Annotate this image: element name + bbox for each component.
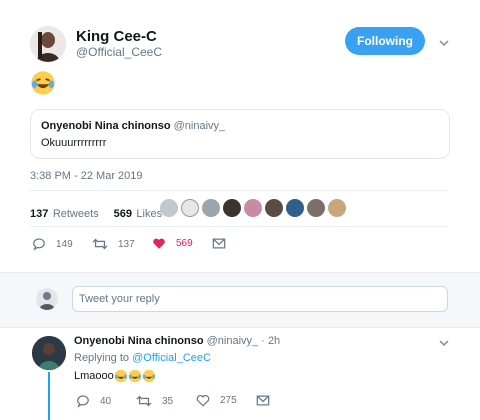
reply-reply-count: 40 [100,395,112,407]
reply-count: 149 [56,238,73,250]
user-avatar-icon [39,292,55,310]
reply-retweet-action[interactable]: 35 [136,394,173,408]
laughing-emoji-icon [31,71,55,95]
like-action[interactable]: 569 [152,237,193,250]
reply-retweet-count: 35 [162,395,174,407]
retweets-label[interactable]: Retweets [53,208,99,220]
current-user-avatar[interactable] [36,288,58,310]
reply-icon [77,395,89,408]
retweet-count: 137 [118,238,135,250]
liker-avatar[interactable] [307,199,325,217]
retweet-icon [92,238,108,250]
liker-avatar[interactable] [286,199,304,217]
reply-like-count: 275 [220,395,237,406]
dm-action[interactable] [212,237,226,250]
liker-avatar[interactable] [265,199,283,217]
replying-to-handle[interactable]: @Official_CeeC [132,352,211,364]
quoted-author-handle: @ninaivy_ [173,120,226,132]
thread-line [48,372,50,420]
reply-text: Lmaooo [74,370,114,382]
liker-avatar[interactable] [223,199,241,217]
heart-outline-icon [196,395,210,407]
like-count: 569 [176,238,193,249]
reply-reply-action[interactable]: 40 [76,394,111,408]
chevron-down-icon[interactable] [438,336,450,354]
liker-avatar[interactable] [160,199,178,217]
quoted-author-name: Onyenobi Nina chinonso [41,120,171,132]
likes-count[interactable]: 569 [114,208,132,220]
liker-avatar[interactable] [181,199,199,217]
author-handle[interactable]: @Official_CeeC [76,45,162,59]
laughing-emoji-icon [114,369,128,383]
likes-label[interactable]: Likes [136,208,162,220]
reply-author-name[interactable]: Onyenobi Nina chinonso [74,335,204,347]
tweet-reply-input[interactable]: Tweet your reply [72,286,448,312]
quoted-tweet[interactable]: Onyenobi Nina chinonso @ninaivy_ Okuuurr… [30,109,450,159]
avatar-photo-icon [32,336,66,370]
reply-time[interactable]: · 2h [261,335,280,347]
retweets-count[interactable]: 137 [30,208,48,220]
quoted-text: Okuuurrrrrrrrr [41,137,107,149]
reply-author-handle[interactable]: @ninaivy_ [207,335,259,347]
tweet-timestamp[interactable]: 3:38 PM - 22 Mar 2019 [30,170,143,182]
following-button[interactable]: Following [345,27,425,55]
liker-avatar[interactable] [328,199,346,217]
liker-avatar[interactable] [202,199,220,217]
envelope-icon [256,395,270,406]
laughing-emoji-icon [128,369,142,383]
heart-icon [153,238,165,249]
reply-icon [33,238,45,251]
reply-action[interactable]: 149 [32,237,73,251]
envelope-icon [212,238,226,249]
retweet-action[interactable]: 137 [92,237,135,251]
chevron-down-icon[interactable] [438,36,450,54]
reply-author-avatar[interactable] [32,336,66,370]
likers-avatars [160,199,346,217]
avatar-photo-icon [30,26,66,62]
laughing-emoji-icon [142,369,156,383]
reply-like-action[interactable]: 275 [196,394,237,407]
replying-to-label: Replying to [74,352,130,364]
retweet-icon [136,395,152,407]
author-avatar[interactable] [30,26,66,62]
reply-dm-action[interactable] [256,394,270,407]
tweet-body-emoji [30,70,56,101]
liker-avatar[interactable] [244,199,262,217]
author-name[interactable]: King Cee-C [76,28,157,45]
